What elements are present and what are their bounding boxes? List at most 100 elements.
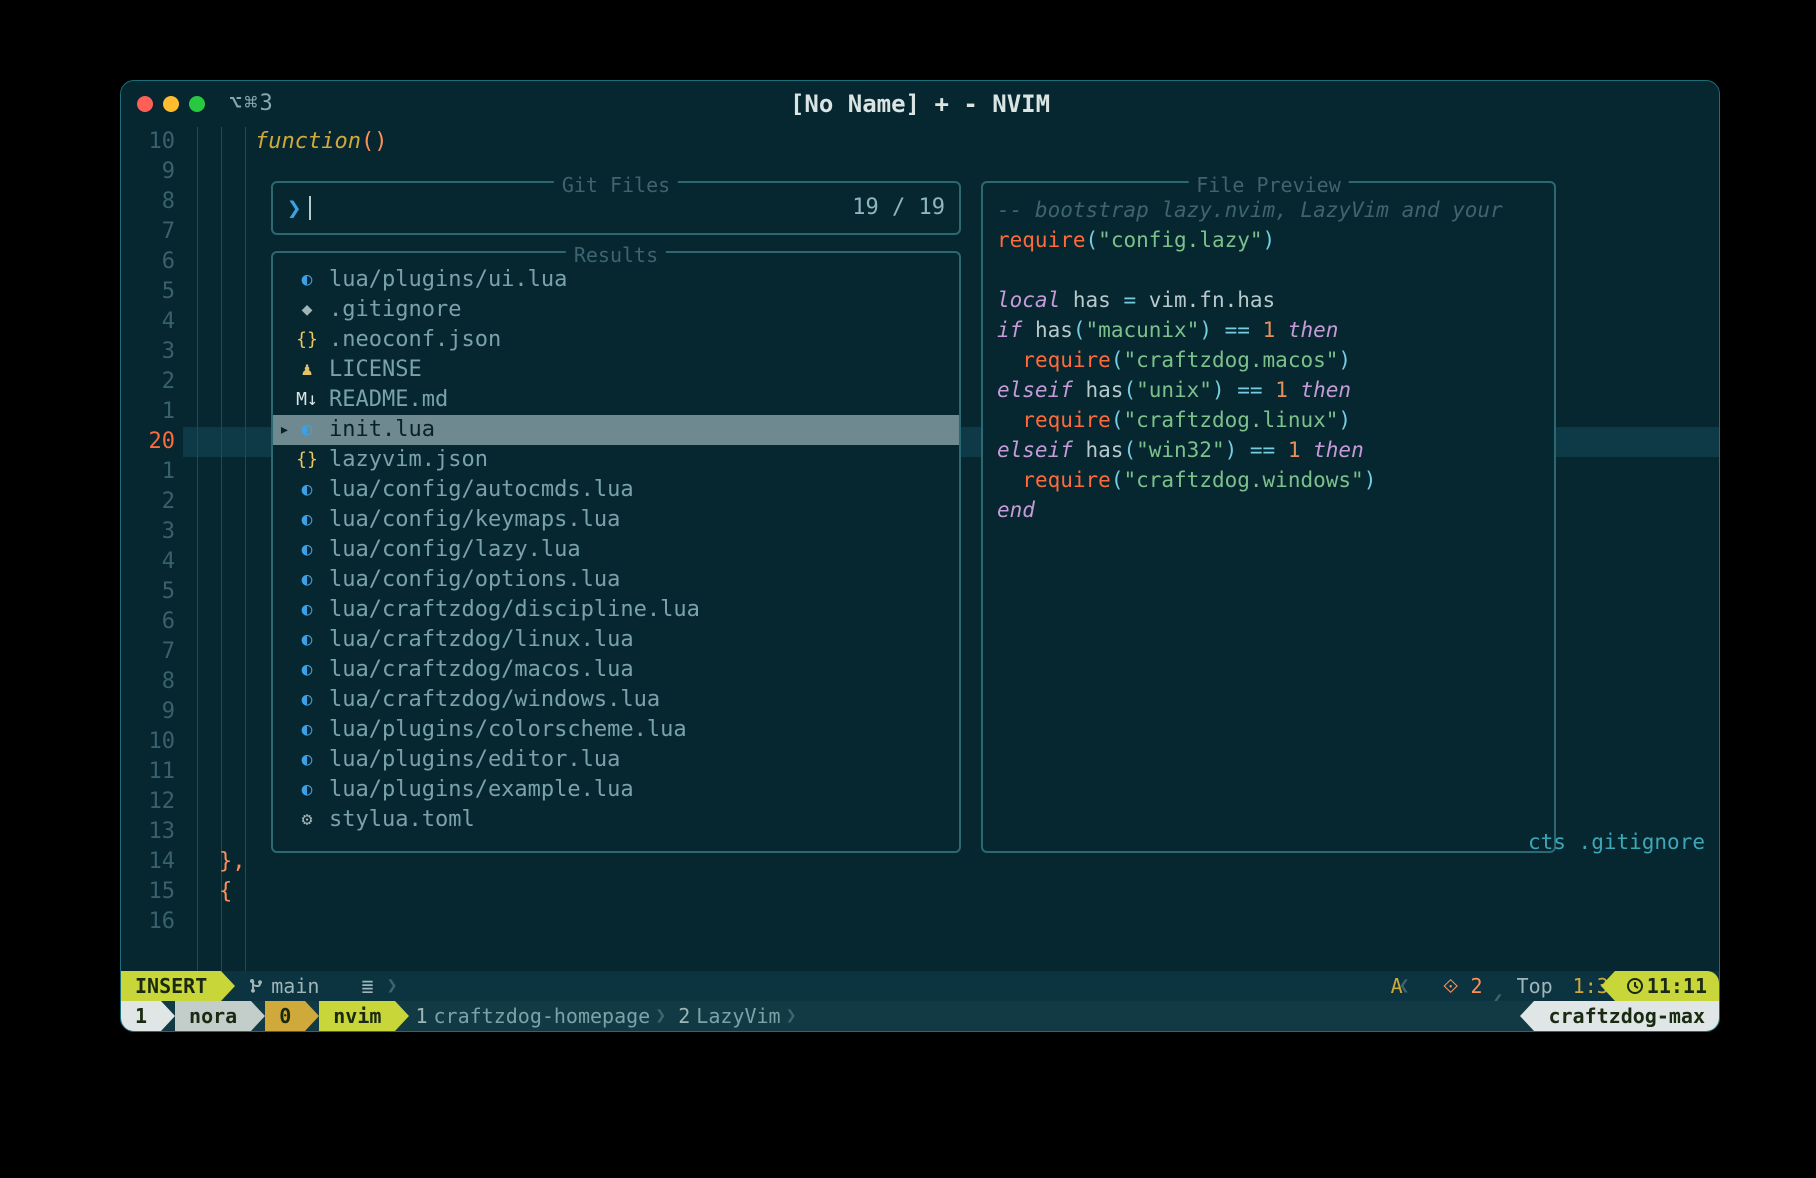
line-number: 9 (121, 157, 175, 187)
file-name: lua/craftzdog/windows.lua (329, 685, 660, 715)
code-token: then (1301, 438, 1364, 462)
results-list[interactable]: ◐ lua/plugins/ui.lua ◆ .gitignore{}.neoconf… (273, 253, 959, 835)
list-item[interactable]: ◐ lua/plugins/colorscheme.lua (273, 715, 959, 745)
line-number: 13 (121, 817, 175, 847)
code-token: end (997, 498, 1035, 522)
preview-body[interactable]: -- bootstrap lazy.nvim, LazyVim and your… (983, 183, 1554, 525)
tmux-session-name[interactable]: nora (175, 1001, 251, 1031)
line-number: 6 (121, 247, 175, 277)
list-item[interactable]: ◐lua/craftzdog/macos.lua (273, 655, 959, 685)
clock-segment: 11:11 (1615, 971, 1719, 1001)
tmux-window[interactable]: 1craftzdog-homepage (395, 1001, 658, 1031)
list-item[interactable]: ◐ lua/craftzdog/discipline.lua (273, 595, 959, 625)
clock-icon (1627, 978, 1643, 994)
line-number-current: 20 (121, 427, 175, 457)
code-token: 1 (1288, 438, 1301, 462)
code-token: -- bootstrap lazy.nvim, LazyVim and your (997, 198, 1503, 222)
code-token: then (1288, 378, 1351, 402)
list-item[interactable]: ◐ lua/plugins/ui.lua (273, 265, 959, 295)
file-name: lua/craftzdog/linux.lua (329, 625, 634, 655)
list-item[interactable]: {}lazyvim.json (273, 445, 959, 475)
file-name: lua/config/autocmds.lua (329, 475, 634, 505)
list-item[interactable]: ◐lua/config/lazy.lua (273, 535, 959, 565)
list-item[interactable]: ◐lua/config/keymaps.lua (273, 505, 959, 535)
text-cursor[interactable] (309, 196, 311, 220)
tmux-hostname: craftzdog-max (1534, 1001, 1719, 1031)
telescope-prompt-panel: Git Files ❯ 19 / 19 (271, 181, 961, 235)
lua-file-icon: ◐ (295, 565, 319, 595)
list-item[interactable]: ◐ lua/craftzdog/linux.lua (273, 625, 959, 655)
tmux-window[interactable]: 2LazyVim (658, 1001, 788, 1031)
file-name: lua/craftzdog/discipline.lua (329, 595, 700, 625)
telescope-results-panel: Results ◐lua/plugins/ui.lua◆.gitignore{}… (271, 251, 961, 853)
lua-file-icon: ◐ (295, 625, 319, 655)
json-file-icon: {} (295, 325, 319, 355)
code-token: require (1022, 408, 1111, 432)
lua-file-icon: ◐ (295, 595, 319, 625)
toml-file-icon: ⚙ (295, 805, 319, 835)
code-token: then (1275, 318, 1338, 342)
lua-file-icon: ◐ (295, 715, 319, 745)
window-title: [No Name] + - NVIM (121, 89, 1719, 119)
panel-legend: Git Files (554, 170, 678, 200)
line-number: 16 (121, 907, 175, 937)
line-number: 7 (121, 637, 175, 667)
file-name: lua/plugins/ui.lua (329, 265, 567, 295)
scroll-position: Top (1503, 971, 1567, 1001)
list-item[interactable]: M↓ README.md (273, 385, 959, 415)
lua-file-icon: ◐ (295, 265, 319, 295)
line-number: 3 (121, 517, 175, 547)
list-item[interactable]: ◐ lua/config/options.lua (273, 565, 959, 595)
code-token: "config.lazy" (1098, 228, 1262, 252)
code-token: if (997, 318, 1022, 342)
line-number: 8 (121, 667, 175, 697)
code-token: = (1123, 288, 1136, 312)
tmux-active-window-name[interactable]: nvim (319, 1001, 395, 1031)
clock-time: 11:11 (1647, 971, 1707, 1001)
lua-file-icon: ◐ (295, 775, 319, 805)
git-file-icon: ◆ (295, 295, 319, 325)
list-item[interactable]: ◐init.lua (273, 415, 959, 445)
tmux-active-window-index[interactable]: 0 (265, 1001, 305, 1031)
file-name: lua/config/options.lua (329, 565, 620, 595)
file-name: lua/craftzdog/macos.lua (329, 655, 634, 685)
package-count: ⟐ 2 (1437, 971, 1489, 1001)
list-item[interactable]: ◐ lua/craftzdog/windows.lua (273, 685, 959, 715)
code-token: }, (219, 849, 246, 874)
line-number: 10 (121, 727, 175, 757)
code-token: 1 (1263, 318, 1276, 342)
file-name: .gitignore (329, 295, 461, 325)
file-name: lua/config/lazy.lua (329, 535, 581, 565)
list-item[interactable]: {}.neoconf.json (273, 325, 959, 355)
code-token: require (1022, 468, 1111, 492)
code-token: has (1060, 288, 1123, 312)
line-number: 7 (121, 217, 175, 247)
editor-area: 109876543212012345678910111213141516 fun… (121, 127, 1719, 971)
ghost-text: cts .gitignore (1528, 827, 1705, 857)
lua-file-icon: ◐ (295, 475, 319, 505)
menu-icon: ≣ (347, 971, 387, 1001)
line-number: 1 (121, 457, 175, 487)
lic-file-icon: ♟ (295, 355, 319, 385)
prompt-chevron-icon: ❯ (287, 193, 301, 223)
tmux-session-index[interactable]: 1 (121, 1001, 161, 1031)
list-item[interactable]: ◐lua/plugins/example.lua (273, 775, 959, 805)
code-token: local (997, 288, 1060, 312)
file-name: README.md (329, 385, 448, 415)
statusline: INSERT main ≣ A ⟐ 2 Top 1:3 11:11 (121, 971, 1719, 1001)
list-item[interactable]: ◐ lua/config/autocmds.lua (273, 475, 959, 505)
list-item[interactable]: ♟LICENSE (273, 355, 959, 385)
md-file-icon: M↓ (295, 385, 319, 415)
file-name: lua/plugins/colorscheme.lua (329, 715, 687, 745)
lua-file-icon: ◐ (295, 745, 319, 775)
line-number: 14 (121, 847, 175, 877)
code-token: elseif (997, 378, 1073, 402)
list-item[interactable]: ⚙stylua.toml (273, 805, 959, 835)
code-token: "win32" (1136, 438, 1225, 462)
lua-file-icon: ◐ (295, 685, 319, 715)
line-number: 5 (121, 277, 175, 307)
code-token: has (1073, 438, 1124, 462)
tmux-window-list: 1craftzdog-homepage2LazyVim (395, 1001, 788, 1031)
list-item[interactable]: ◐lua/plugins/editor.lua (273, 745, 959, 775)
list-item[interactable]: ◆ .gitignore (273, 295, 959, 325)
